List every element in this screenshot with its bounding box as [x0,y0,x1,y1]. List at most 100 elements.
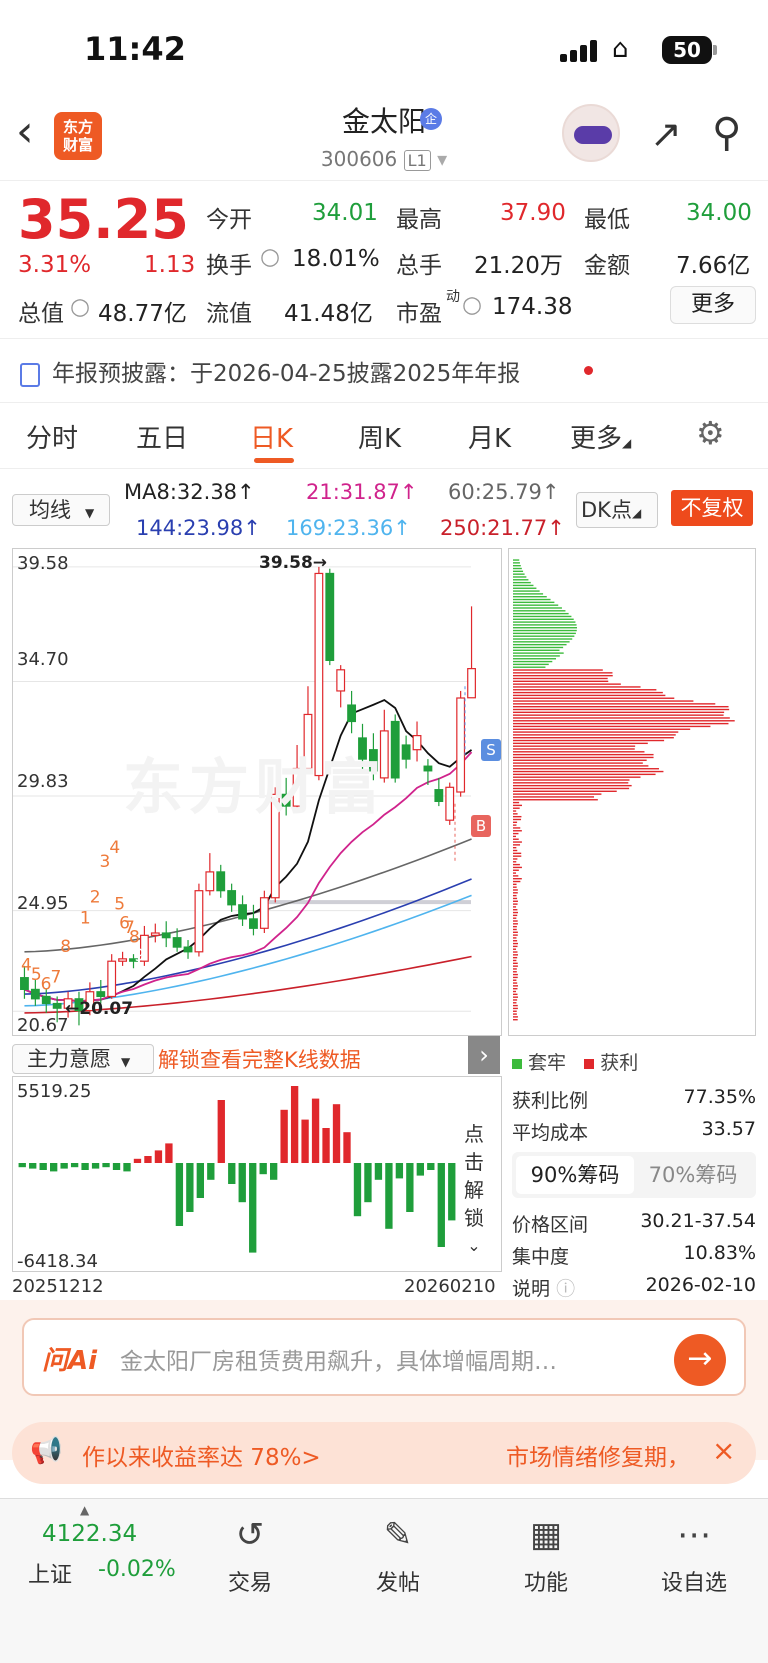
tab-daily-k[interactable]: 日K [250,418,293,455]
td-count-label: 8 [60,937,71,957]
more-quote-button[interactable]: 更多 [670,286,756,324]
index-name[interactable]: 上证 [28,1557,72,1589]
tap-to-unlock[interactable]: 点击解锁 ⌄ [462,1120,486,1260]
chip-bar [513,598,551,601]
ai-robot-avatar[interactable] [562,104,620,162]
pe-value: 174.38 [492,294,573,320]
grid-icon: ▦ [529,1515,563,1555]
share-icon[interactable]: ↗ [650,112,682,156]
force-bar [290,1086,299,1163]
turnover-value: 18.01% [292,246,380,272]
chip-bar [513,810,517,812]
chip-bar [513,612,569,615]
candle-body [205,871,215,892]
tab-five-day[interactable]: 五日 [136,418,188,455]
info-icon[interactable]: ○ [70,294,90,320]
chip-bar [513,689,657,691]
tab-monthly-k[interactable]: 月K [468,418,511,455]
chip-bar [513,923,518,925]
unlock-kline-link[interactable]: 解锁查看完整K线数据 [158,1044,361,1074]
promo-ticker[interactable]: 📢 作以来收益率达 78%> 市场情绪修复期， × [12,1422,756,1484]
active-tab-indicator [254,458,294,463]
main-force-chart[interactable]: 5519.25 -6418.34 [12,1076,502,1272]
gear-icon[interactable]: ⚙ [696,414,725,452]
force-bar [416,1163,424,1176]
candle-body [401,744,411,760]
indicator-select[interactable]: 均线 ▼ [12,494,110,526]
seg-70[interactable]: 70%筹码 [634,1156,752,1194]
seg-90[interactable]: 90%筹码 [516,1156,634,1194]
ma144-text: 144:23.98 [136,516,244,540]
index-change[interactable]: -0.02% [98,1557,176,1582]
no-adjust-button[interactable]: 不复权 [671,490,753,526]
chip-bar [513,680,609,683]
chip-bar [513,660,553,663]
amount-label: 金额 [584,253,630,279]
index-value[interactable]: 4122.34 [42,1521,137,1547]
chip-bar [513,796,595,798]
avg-cost-value: 33.57 [701,1118,756,1140]
chip-bar [513,965,518,967]
chip-bar [513,722,729,725]
chip-bar [513,1010,517,1012]
pe-superscript: 动 [446,289,460,305]
chip-bar [513,931,518,933]
tab-weekly-k[interactable]: 周K [358,418,401,455]
sub-indicator-select[interactable]: 主力意愿 ▼ [12,1044,154,1074]
chip-bar [513,725,711,728]
chip-bar [513,1004,518,1007]
buy-signal[interactable]: B [471,815,491,837]
nav-add-watchlist[interactable]: ⋯ 设自选 [644,1515,744,1597]
caret-up-icon[interactable]: ▲ [80,1503,89,1517]
ytick-1: 39.58 [17,553,69,574]
kline-chart[interactable]: 456789123456789 39.58 34.70 29.83 24.95 … [12,548,502,1036]
chip-bar [513,858,518,860]
chip-bar [513,728,691,730]
chip-bar [513,990,517,993]
search-icon[interactable]: ⚲ [712,110,741,156]
chip-bar [513,705,729,708]
chip-bar [513,1016,518,1018]
sell-signal[interactable]: S [481,739,501,761]
chip-bar [513,962,518,965]
chip-bar [513,889,518,891]
tab-more[interactable]: 更多◢ [570,418,631,455]
ai-question-text: 金太阳厂房租赁费用飙升，具体增幅周期… [120,1349,557,1375]
info-icon[interactable]: ○ [462,292,482,318]
ai-question-bar[interactable]: 问Ai 金太阳厂房租赁费用飙升，具体增幅周期… → [22,1318,746,1396]
chevron-right-icon[interactable]: › [468,1036,500,1074]
chip-bar [513,711,725,714]
chip-bar [513,590,540,592]
annual-report-notice[interactable]: 年报预披露：于2026-04-25披露2025年年报 [20,354,520,388]
stock-name-text: 金太阳 [341,105,426,138]
status-time: 11:42 [84,30,186,68]
notice-text: 于2026-04-25披露2025年年报 [190,361,521,387]
chip-bar [513,629,577,632]
chip-bar [513,759,647,761]
dk-point-select[interactable]: DK点◢ [576,492,658,528]
chip-bar [513,782,629,784]
chip-bar [513,799,598,801]
enterprise-badge: 企 [420,108,442,130]
force-bar [50,1163,58,1172]
chip-bar [513,985,518,987]
info-icon[interactable]: ○ [260,244,280,270]
chip-bar [513,779,630,781]
chip-bar [513,686,641,688]
chip-bar [513,776,641,778]
nav-functions[interactable]: ▦ 功能 [496,1515,596,1597]
close-icon[interactable]: × [712,1434,735,1467]
note-date: 2026-02-10 [645,1274,756,1296]
note-label[interactable]: 说明 ⓘ [512,1274,575,1301]
tab-intraday[interactable]: 分时 [26,418,78,455]
ma250: 250:21.77↑ [440,516,565,540]
nav-functions-label: 功能 [523,1571,568,1596]
chip-distribution-chart[interactable] [508,548,756,1036]
high-value: 37.90 [500,200,566,226]
td-count-label: 1 [80,909,91,929]
chip-bar [513,917,517,919]
arrow-right-icon[interactable]: → [674,1334,726,1386]
nav-post[interactable]: ✎ 发帖 [348,1515,448,1597]
chip-bar [513,971,517,973]
nav-trade[interactable]: ↺ 交易 [200,1515,300,1597]
